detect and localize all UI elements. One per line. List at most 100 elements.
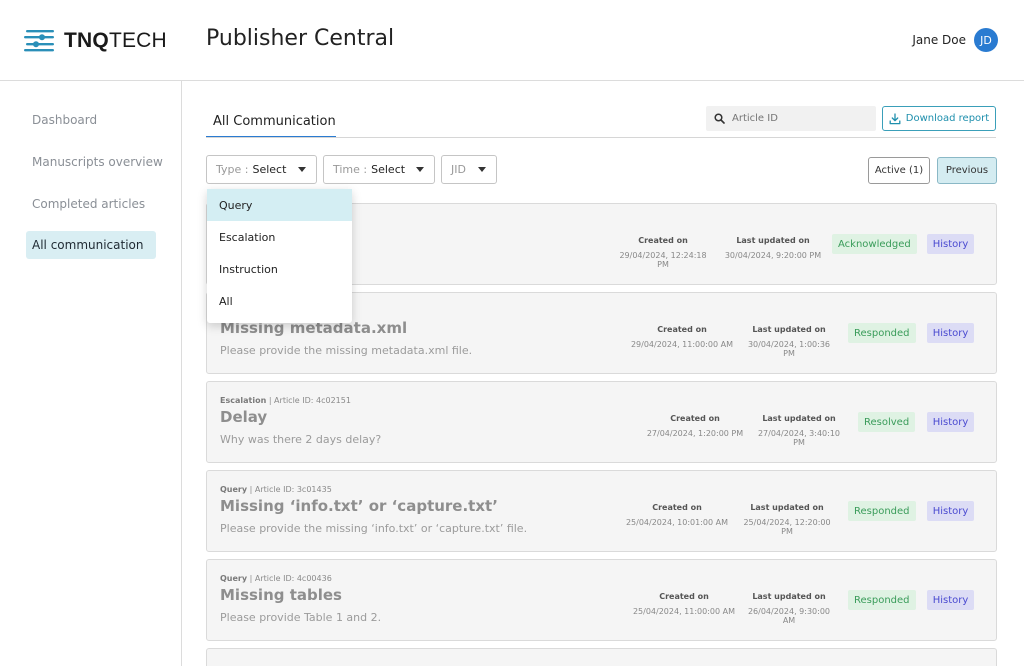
sidebar-item-completed-articles[interactable]: Completed articles: [26, 190, 156, 218]
dropdown-option-query[interactable]: Query: [207, 189, 352, 221]
last-updated-header: Last updated on: [752, 325, 826, 334]
status-badge: Responded: [848, 323, 916, 343]
active-toggle-button[interactable]: Active (1): [868, 157, 930, 184]
time-filter-value: Select: [371, 163, 406, 176]
avatar[interactable]: JD: [974, 28, 998, 52]
chevron-down-icon: [478, 167, 486, 172]
chevron-down-icon: [298, 167, 306, 172]
created-on: Created on 29/04/2024, 12:24:18 PM: [613, 236, 713, 269]
last-updated-header: Last updated on: [752, 592, 826, 601]
sidebar-item-all-communication[interactable]: All communication: [26, 231, 156, 259]
card-title: Missing ‘info.txt’ or ‘capture.txt’: [220, 497, 498, 515]
logo-text: TNQTECH: [64, 29, 167, 52]
card-type: Escalation: [220, 396, 267, 405]
sidebar-item-manuscripts-overview[interactable]: Manuscripts overview: [26, 148, 163, 176]
created-on-header: Created on: [659, 592, 709, 601]
last-updated-on: Last updated on 27/04/2024, 3:40:10 PM: [751, 414, 847, 447]
history-button[interactable]: History: [927, 323, 974, 343]
card-description: Please provide the missing ‘info.txt’ or…: [220, 522, 528, 535]
card-description: Please provide Table 1 and 2.: [220, 611, 382, 624]
created-on-header: Created on: [670, 414, 720, 423]
created-on-value: 25/04/2024, 10:01:00 AM: [625, 518, 729, 527]
dropdown-option-all[interactable]: All: [207, 285, 352, 317]
card-article-id: | Article ID: 4c02151: [268, 396, 351, 405]
time-filter-label: Time :: [333, 163, 368, 176]
card-meta: Query | Article ID: 3c01435: [220, 485, 332, 494]
search-input[interactable]: [732, 113, 862, 124]
last-updated-value: 27/04/2024, 3:40:10 PM: [757, 429, 841, 447]
card-title: Delay: [220, 408, 268, 426]
card-article-id: | Article ID: 4c00436: [249, 574, 332, 583]
card-type: Query: [220, 574, 248, 583]
created-on-header: Created on: [657, 325, 707, 334]
communication-card[interactable]: [206, 648, 997, 666]
last-updated-value: 30/04/2024, 1:00:36 PM: [747, 340, 831, 358]
created-on: Created on 27/04/2024, 1:20:00 PM: [645, 414, 745, 438]
search-icon: [714, 113, 725, 124]
created-on: Created on 25/04/2024, 10:01:00 AM: [621, 503, 733, 527]
dropdown-option-escalation[interactable]: Escalation: [207, 221, 352, 253]
tab-label: All Communication: [213, 114, 336, 129]
logo-mark-icon: [24, 30, 54, 52]
type-filter-dropdown: Query Escalation Instruction All: [207, 189, 352, 323]
jid-filter-select[interactable]: JID: [441, 155, 497, 184]
card-description: Why was there 2 days delay?: [220, 433, 382, 446]
article-search[interactable]: [706, 106, 876, 131]
history-button[interactable]: History: [927, 590, 974, 610]
last-updated-header: Last updated on: [736, 236, 810, 245]
card-meta: Escalation | Article ID: 4c02151: [220, 396, 351, 405]
created-on-value: 27/04/2024, 1:20:00 PM: [646, 429, 744, 438]
download-report-label: Download report: [905, 113, 990, 124]
last-updated-on: Last updated on 30/04/2024, 1:00:36 PM: [741, 325, 837, 358]
communication-card[interactable]: Query | Article ID: 4c00436 Missing tabl…: [206, 559, 997, 641]
history-button[interactable]: History: [927, 412, 974, 432]
sidebar: Dashboard Manuscripts overview Completed…: [0, 81, 182, 666]
created-on-value: 25/04/2024, 11:00:00 AM: [632, 607, 736, 616]
status-badge: Resolved: [858, 412, 916, 432]
created-on-header: Created on: [638, 236, 688, 245]
status-badge: Responded: [848, 590, 916, 610]
last-updated-on: Last updated on 30/04/2024, 9:20:00 PM: [721, 236, 825, 260]
type-filter-label: Type :: [216, 163, 249, 176]
time-filter-select[interactable]: Time : Select: [323, 155, 435, 184]
tab-all-communication[interactable]: All Communication: [206, 106, 336, 138]
communication-card[interactable]: Escalation | Article ID: 4c02151 Delay W…: [206, 381, 997, 463]
dropdown-option-instruction[interactable]: Instruction: [207, 253, 352, 285]
status-badge: Responded: [848, 501, 916, 521]
jid-filter-label: JID: [451, 163, 466, 176]
created-on-header: Created on: [652, 503, 702, 512]
last-updated-on: Last updated on 25/04/2024, 12:20:00 PM: [737, 503, 837, 536]
sidebar-item-dashboard[interactable]: Dashboard: [26, 106, 156, 134]
page-title: Publisher Central: [206, 26, 395, 51]
created-on: Created on 25/04/2024, 11:00:00 AM: [629, 592, 739, 616]
last-updated-value: 25/04/2024, 12:20:00 PM: [743, 518, 831, 536]
type-filter-select[interactable]: Type : Select: [206, 155, 317, 184]
created-on: Created on 29/04/2024, 11:00:00 AM: [627, 325, 737, 349]
card-type: Query: [220, 485, 248, 494]
last-updated-value: 26/04/2024, 9:30:00 AM: [747, 607, 831, 625]
download-icon: [889, 112, 901, 124]
history-button[interactable]: History: [927, 501, 974, 521]
user-menu[interactable]: Jane Doe JD: [912, 28, 998, 52]
communication-card[interactable]: Query | Article ID: 3c01435 Missing ‘inf…: [206, 470, 997, 552]
type-filter-value: Select: [252, 163, 287, 176]
last-updated-header: Last updated on: [750, 503, 824, 512]
card-meta: Query | Article ID: 4c00436: [220, 574, 332, 583]
app-header: TNQTECH Publisher Central Jane Doe JD: [0, 0, 1024, 81]
card-title: Missing tables: [220, 586, 342, 604]
created-on-value: 29/04/2024, 11:00:00 AM: [630, 340, 734, 349]
card-description: Please provide the missing metadata.xml …: [220, 344, 473, 357]
status-badge: Acknowledged: [832, 234, 917, 254]
card-article-id: | Article ID: 3c01435: [249, 485, 332, 494]
history-button[interactable]: History: [927, 234, 974, 254]
previous-toggle-button[interactable]: Previous: [937, 157, 997, 184]
last-updated-value: 30/04/2024, 9:20:00 PM: [724, 251, 822, 260]
last-updated-on: Last updated on 26/04/2024, 9:30:00 AM: [741, 592, 837, 625]
tab-divider: [206, 137, 996, 138]
last-updated-header: Last updated on: [762, 414, 836, 423]
chevron-down-icon: [416, 167, 424, 172]
tnqtech-logo[interactable]: TNQTECH: [24, 25, 167, 57]
created-on-value: 29/04/2024, 12:24:18 PM: [619, 251, 707, 269]
download-report-button[interactable]: Download report: [882, 106, 996, 131]
user-name: Jane Doe: [912, 33, 966, 47]
